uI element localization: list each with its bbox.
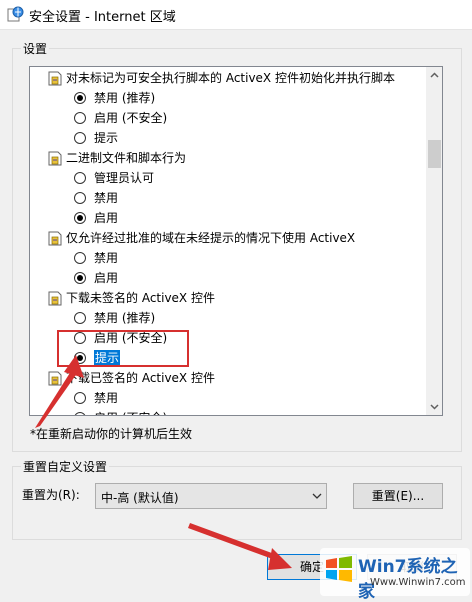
setting-option-label: 启用 (94, 271, 119, 285)
radio-button[interactable] (74, 112, 86, 124)
setting-option-label: 启用 (94, 211, 119, 225)
watermark-url: Www.Winwin7.com (370, 577, 466, 588)
setting-option-label: 禁用 (94, 391, 119, 405)
setting-option-label: 禁用 (推荐) (94, 91, 156, 105)
setting-doc-icon (48, 371, 62, 386)
setting-doc-icon (48, 71, 62, 86)
window-title: 安全设置 - Internet 区域 (29, 10, 176, 25)
scroll-down-arrow-icon[interactable] (426, 398, 443, 415)
chevron-down-icon (312, 493, 322, 499)
setting-heading-label: 仅允许经过批准的域在未经提示的情况下使用 ActiveX (66, 231, 356, 245)
setting-heading-label: 二进制文件和脚本行为 (66, 151, 187, 165)
reset-to-label: 重置为(R): (22, 488, 80, 502)
setting-doc-icon (48, 291, 62, 306)
setting-doc-icon (48, 231, 62, 246)
reset-button[interactable]: 重置(E)... (353, 483, 443, 509)
setting-doc-icon (48, 151, 62, 166)
reset-level-dropdown[interactable]: 中-高 (默认值) (95, 483, 327, 509)
radio-button[interactable] (74, 392, 86, 404)
settings-group-label: 设置 (21, 40, 50, 57)
title-bar: 安全设置 - Internet 区域 (0, 0, 472, 30)
radio-button[interactable] (74, 92, 86, 104)
scroll-up-arrow-icon[interactable] (426, 67, 443, 84)
setting-option-label: 禁用 (推荐) (94, 311, 156, 325)
setting-option-label: 禁用 (94, 191, 119, 205)
windows-logo-icon (326, 556, 352, 582)
setting-option-label: 管理员认可 (94, 171, 155, 185)
radio-button[interactable] (74, 172, 86, 184)
radio-button[interactable] (74, 192, 86, 204)
internet-options-icon (7, 6, 24, 22)
radio-button[interactable] (74, 132, 86, 144)
setting-option-label: 禁用 (94, 251, 119, 265)
setting-heading-label: 下载已签名的 ActiveX 控件 (66, 371, 215, 385)
reset-group-label: 重置自定义设置 (21, 458, 110, 475)
scrollbar-thumb[interactable] (428, 140, 441, 168)
annotation-highlight-box (57, 330, 189, 367)
radio-button[interactable] (74, 312, 86, 324)
setting-heading-label: 对未标记为可安全执行脚本的 ActiveX 控件初始化并执行脚本 (66, 71, 395, 85)
vertical-scrollbar[interactable] (426, 67, 443, 415)
setting-option-label: 启用 (不安全) (94, 408, 167, 415)
radio-button[interactable] (74, 272, 86, 284)
reset-level-value: 中-高 (默认值) (101, 491, 179, 505)
restart-note: *在重新启动你的计算机后生效 (30, 427, 193, 441)
watermark: Win7系统之家 Www.Winwin7.com (320, 548, 470, 602)
setting-heading-label: 下载未签名的 ActiveX 控件 (66, 291, 215, 305)
radio-button[interactable] (74, 212, 86, 224)
radio-button[interactable] (74, 252, 86, 264)
setting-option-label: 启用 (不安全) (94, 111, 168, 125)
setting-option-label: 提示 (94, 131, 119, 145)
radio-button[interactable] (74, 412, 86, 415)
